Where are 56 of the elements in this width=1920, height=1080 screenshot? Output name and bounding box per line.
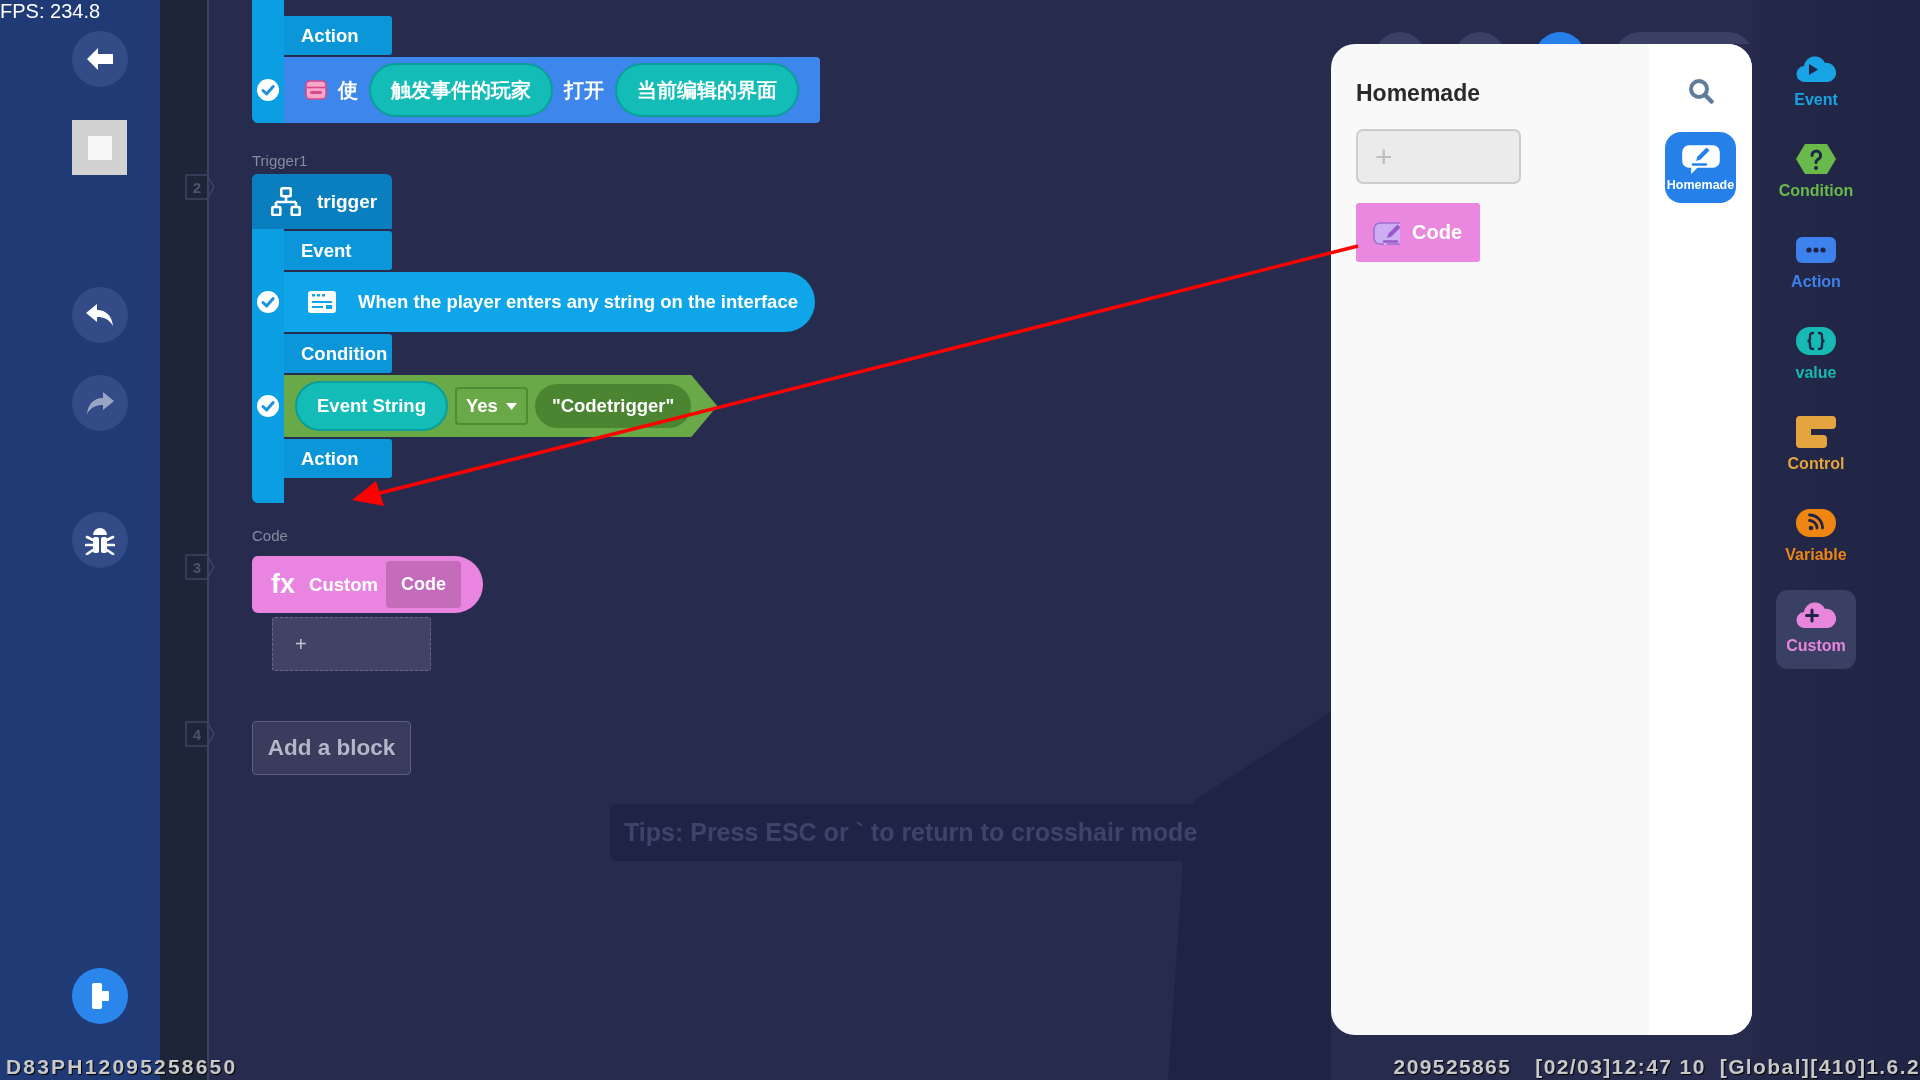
redo-icon xyxy=(86,391,114,415)
search-icon[interactable] xyxy=(1687,78,1714,104)
add-block-button[interactable]: Add a block xyxy=(252,721,411,775)
form-icon xyxy=(308,291,336,313)
palette-block[interactable]: Code xyxy=(1356,203,1480,262)
window-icon xyxy=(305,80,327,100)
section-label: Action xyxy=(284,439,392,478)
section-label: Action xyxy=(284,16,392,55)
category-button[interactable]: Event xyxy=(1776,44,1856,123)
check-icon[interactable] xyxy=(257,395,279,417)
script-label: Code xyxy=(252,527,288,545)
name-field[interactable]: Code xyxy=(385,561,461,608)
trigger-title: trigger xyxy=(317,190,378,213)
drop-slot[interactable]: + xyxy=(272,617,431,671)
check-icon[interactable] xyxy=(257,79,279,101)
category-button[interactable]: Condition xyxy=(1776,135,1856,214)
category-button[interactable]: value xyxy=(1776,317,1856,396)
statement-text: 打开 xyxy=(564,77,604,103)
caret-icon xyxy=(505,402,517,410)
pencil-bubble-icon xyxy=(1680,143,1721,174)
status-text: [Global][410]1.6.2 xyxy=(1719,1055,1920,1079)
debug-button[interactable] xyxy=(72,512,128,568)
section-label: Condition xyxy=(284,334,392,373)
statement-text: When the player enters any string on the interface xyxy=(358,291,798,313)
undo-icon xyxy=(86,303,114,327)
back-button[interactable] xyxy=(72,31,128,87)
category-button[interactable]: Control xyxy=(1776,408,1856,487)
flag-icon xyxy=(91,983,109,1009)
bug-icon xyxy=(85,525,115,555)
status-text: [02/03]12:47 10 xyxy=(1535,1055,1706,1079)
category-button[interactable]: Action xyxy=(1776,226,1856,305)
palette-title: Homemade xyxy=(1356,81,1480,105)
custom-block[interactable]: fx Custom Code xyxy=(252,556,483,613)
category-button[interactable]: Custom xyxy=(1776,590,1856,669)
parameter-pill[interactable]: 当前编辑的界面 xyxy=(615,63,799,117)
check-icon[interactable] xyxy=(257,291,279,313)
block-title: Custom xyxy=(309,573,378,596)
script-label: Trigger1 xyxy=(252,152,308,170)
parameter-pill[interactable]: Event String xyxy=(295,381,448,431)
fx-label: fx xyxy=(271,569,295,600)
back-arrow-icon xyxy=(86,47,114,71)
page-thumbnail[interactable] xyxy=(72,120,127,175)
pencil-bubble-icon xyxy=(1372,220,1400,245)
device-id: D83PH12095258650 xyxy=(6,1055,238,1079)
section-label: Event xyxy=(284,231,392,270)
hierarchy-icon xyxy=(271,187,301,216)
status-text: 209525865 xyxy=(1393,1055,1512,1079)
dropdown[interactable]: Yes xyxy=(454,387,528,425)
fps-counter: FPS: 234.8 xyxy=(0,0,101,23)
category-button[interactable]: Variable xyxy=(1776,499,1856,578)
statement-text: 使 xyxy=(338,77,358,103)
string-pill[interactable]: "Codetrigger" xyxy=(534,384,692,428)
category-tab[interactable]: Homemade xyxy=(1665,132,1736,203)
undo-button[interactable] xyxy=(72,287,128,343)
run-button[interactable] xyxy=(72,968,128,1024)
parameter-pill[interactable]: 触发事件的玩家 xyxy=(369,63,553,117)
